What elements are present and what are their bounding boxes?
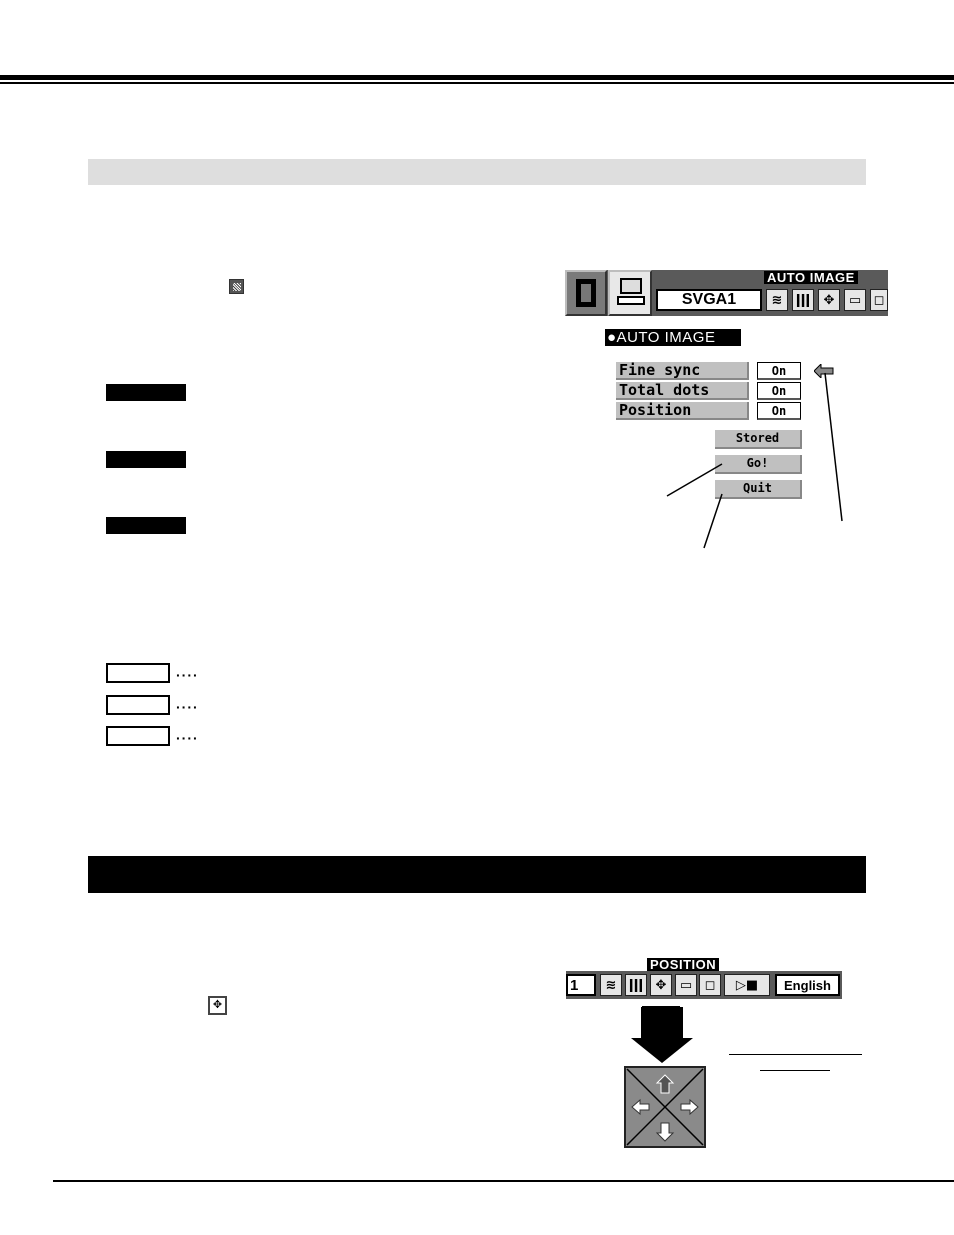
screen-icon[interactable]: ◻ <box>699 974 721 996</box>
position-icon[interactable]: ✥ <box>818 289 840 311</box>
image-select-icon[interactable]: ▭ <box>844 289 866 311</box>
menubar-caption-position: POSITION <box>647 958 720 971</box>
source-field: SVGA1 <box>656 289 762 311</box>
underline-2 <box>760 1070 830 1071</box>
section-banner-position <box>88 856 866 893</box>
computer-icon <box>620 278 642 294</box>
auto-image-icon[interactable]: ≋ <box>766 289 788 311</box>
input-card-icon <box>576 279 596 307</box>
position-pad[interactable] <box>624 1066 706 1148</box>
big-down-arrow-icon <box>631 1007 693 1063</box>
leader-dots: ···· <box>176 699 199 715</box>
underline-1 <box>729 1054 862 1055</box>
footer-rule <box>53 1180 954 1182</box>
header-rule-thick <box>0 75 954 80</box>
language-field: English <box>775 974 840 996</box>
position-icon[interactable]: ✥ <box>650 974 672 996</box>
leader-dots: ···· <box>176 730 199 746</box>
callout-label-position <box>106 517 186 534</box>
position-icon: ✥ <box>208 996 227 1015</box>
leader-lines <box>666 372 843 549</box>
callout-label-total-dots <box>106 451 186 468</box>
callout-label-fine-sync <box>106 384 186 401</box>
auto-image-icon <box>229 279 244 294</box>
header-rule-thin <box>0 82 954 84</box>
screen-icon[interactable]: ◻ <box>870 289 888 311</box>
pc-adjust-icon[interactable]: ǀǀǀ <box>792 289 814 311</box>
leader-line-quit <box>703 493 723 549</box>
callout-box-go <box>106 695 170 715</box>
input-card-button[interactable] <box>565 270 607 316</box>
menubar-caption: AUTO IMAGE <box>764 271 858 284</box>
projector-icon[interactable]: ▷■ <box>724 974 770 996</box>
callout-box-stored <box>106 663 170 683</box>
pc-adjust-icon[interactable]: ǀǀǀ <box>625 974 647 996</box>
leader-line-go <box>666 463 723 497</box>
menu-title: ●AUTO IMAGE <box>605 329 742 346</box>
leader-dots: ···· <box>176 667 199 683</box>
source-field-partial: 1 <box>566 974 596 996</box>
leader-line-pointer <box>824 372 843 522</box>
callout-box-quit <box>106 726 170 746</box>
computer-button[interactable] <box>608 270 652 316</box>
section-banner-auto-image <box>88 159 866 185</box>
auto-image-icon[interactable]: ≋ <box>600 974 622 996</box>
image-select-icon[interactable]: ▭ <box>675 974 697 996</box>
